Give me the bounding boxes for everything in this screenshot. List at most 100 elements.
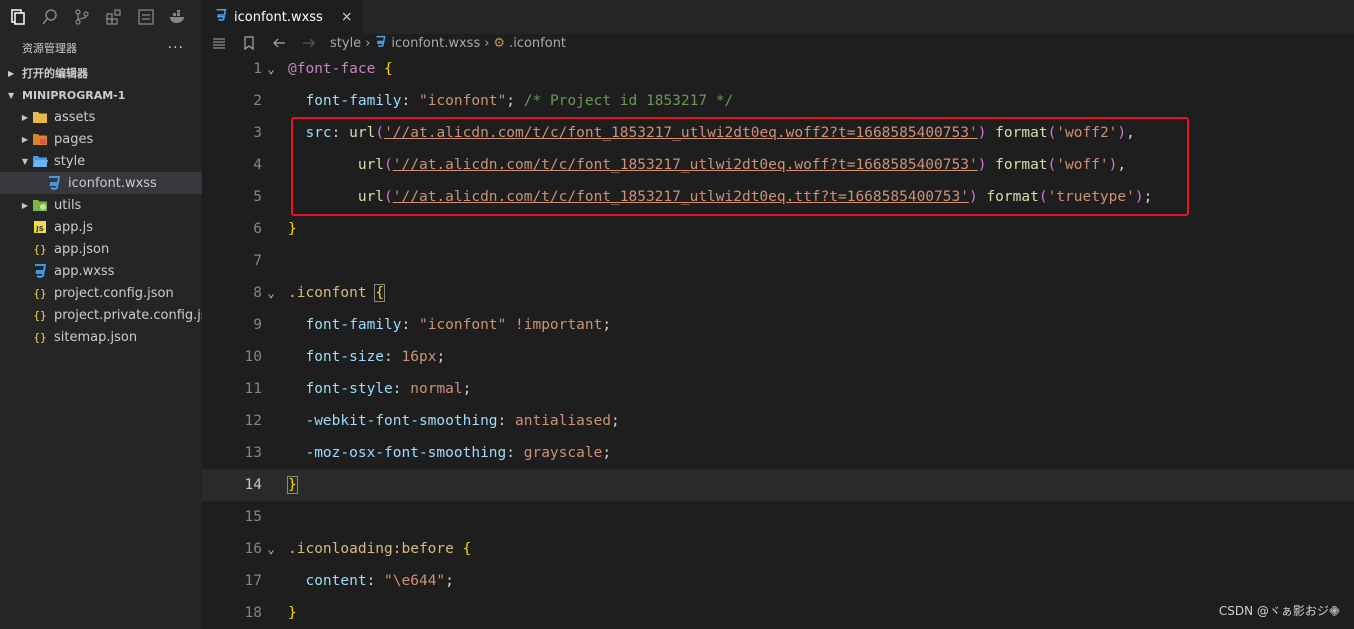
more-actions-icon[interactable]: ···	[168, 40, 184, 56]
brace: {	[462, 541, 472, 557]
js-file-icon: JS	[32, 219, 48, 235]
tree-item-label: app.json	[54, 241, 110, 257]
line-number: 2	[253, 93, 262, 109]
tree-folder-pages[interactable]: ▶ pages	[0, 128, 202, 150]
search-icon[interactable]	[40, 7, 60, 27]
fold-chevron-icon[interactable]: ⌄	[262, 62, 280, 76]
tree-folder-utils[interactable]: ▶ utils	[0, 194, 202, 216]
tree-item-label: utils	[54, 197, 82, 213]
fold-chevron-icon[interactable]: ⌄	[262, 286, 280, 300]
value: 16px	[401, 349, 437, 365]
tree-folder-style[interactable]: ▼ style	[0, 150, 202, 172]
folder-style-icon	[32, 153, 48, 169]
tree-folder-assets[interactable]: ▶ assets	[0, 106, 202, 128]
line-number: 7	[253, 253, 262, 269]
json-file-icon: {}	[32, 307, 48, 323]
outline-icon[interactable]	[136, 7, 156, 27]
code-line: 13 -moz-osx-font-smoothing: grayscale;	[202, 437, 1354, 469]
list-icon[interactable]	[210, 36, 228, 50]
chevron-right-icon: ▶	[21, 134, 29, 144]
code-line: 12 -webkit-font-smoothing: antialiased;	[202, 405, 1354, 437]
tree-file-project-config-json[interactable]: {} project.config.json	[0, 282, 202, 304]
brace: }	[288, 605, 297, 621]
tree-file-project-private-config-json[interactable]: {} project.private.config.js...	[0, 304, 202, 326]
folder-assets-icon	[32, 109, 48, 125]
tree-item-label: style	[54, 153, 86, 169]
code-line: 5 url('//at.alicdn.com/t/c/font_1853217_…	[202, 181, 1354, 213]
code-editor[interactable]: 1 ⌄ @font-face { 2 font-family: "iconfon…	[202, 52, 1354, 629]
extensions-icon[interactable]	[104, 7, 124, 27]
property: font-style	[305, 381, 393, 397]
svg-text:{}: {}	[33, 331, 46, 344]
value: "iconfont"	[418, 317, 507, 333]
selector: .iconloading	[288, 541, 393, 557]
line-number: 1	[253, 61, 262, 77]
pseudo-selector: :before	[392, 541, 454, 557]
comment: /* Project id 1853217 */	[523, 93, 734, 109]
code-line: 2 font-family: "iconfont"; /* Project id…	[202, 85, 1354, 117]
tree-file-iconfont-wxss[interactable]: iconfont.wxss	[0, 172, 202, 194]
svg-text:{}: {}	[33, 309, 46, 322]
folder-pages-icon	[32, 131, 48, 147]
font-url[interactable]: '//at.alicdn.com/t/c/font_1853217_utlwi2…	[393, 157, 978, 173]
format-value: 'woff2'	[1056, 125, 1118, 141]
close-icon[interactable]: ×	[341, 9, 353, 25]
open-editors-label: 打开的编辑器	[22, 67, 88, 80]
project-section[interactable]: ▼ MINIPROGRAM-1	[0, 84, 202, 106]
value: "iconfont"	[418, 93, 507, 109]
tab-label: iconfont.wxss	[234, 9, 323, 25]
breadcrumb-file[interactable]: iconfont.wxss	[391, 36, 480, 51]
font-url[interactable]: '//at.alicdn.com/t/c/font_1853217_utlwi2…	[393, 189, 969, 205]
tree-file-app-json[interactable]: {} app.json	[0, 238, 202, 260]
property: -moz-osx-font-smoothing	[305, 445, 507, 461]
breadcrumb-folder[interactable]: style	[330, 36, 361, 51]
explorer-icon[interactable]	[8, 7, 28, 27]
fold-chevron-icon[interactable]: ⌄	[262, 542, 280, 556]
property: src	[305, 125, 332, 141]
line-number: 16	[244, 541, 262, 557]
line-number: 5	[253, 189, 262, 205]
docker-icon[interactable]	[168, 7, 188, 27]
breadcrumb-symbol[interactable]: .iconfont	[509, 36, 566, 51]
line-number: 9	[253, 317, 262, 333]
tree-file-app-wxss[interactable]: app.wxss	[0, 260, 202, 282]
format-value: 'truetype'	[1047, 189, 1135, 205]
css-file-icon	[46, 175, 62, 191]
property: font-family	[305, 317, 402, 333]
back-arrow-icon[interactable]	[270, 36, 288, 50]
line-number: 13	[244, 445, 262, 461]
css-file-icon	[214, 8, 228, 26]
at-rule: @font-face	[288, 61, 376, 77]
explorer-header: 资源管理器 ···	[0, 34, 202, 62]
line-number: 3	[253, 125, 262, 141]
font-url[interactable]: '//at.alicdn.com/t/c/font_1853217_utlwi2…	[384, 125, 978, 141]
code-line-current: 14 }	[202, 469, 1354, 501]
source-control-icon[interactable]	[72, 7, 92, 27]
brace: {	[374, 284, 386, 302]
code-line: 11 font-style: normal;	[202, 373, 1354, 405]
activity-bar	[0, 0, 202, 34]
css-file-icon	[32, 263, 48, 279]
line-number: 4	[253, 157, 262, 173]
chevron-right-icon: ›	[365, 35, 371, 51]
line-number: 17	[244, 573, 262, 589]
tree-item-label: pages	[54, 131, 94, 147]
tree-file-app-js[interactable]: JS app.js	[0, 216, 202, 238]
chevron-down-icon: ▼	[21, 156, 29, 166]
important-keyword: !important	[515, 317, 603, 333]
property: -webkit-font-smoothing	[305, 413, 498, 429]
tab-iconfont-wxss[interactable]: iconfont.wxss ×	[202, 0, 363, 34]
format-value: 'woff'	[1056, 157, 1109, 173]
brace: }	[288, 221, 297, 237]
open-editors-section[interactable]: ▶ 打开的编辑器	[0, 62, 202, 84]
line-number: 14	[244, 477, 262, 493]
tree-file-sitemap-json[interactable]: {} sitemap.json	[0, 326, 202, 348]
code-line: 7	[202, 245, 1354, 277]
json-file-icon: {}	[32, 241, 48, 257]
tree-item-label: app.wxss	[54, 263, 115, 279]
brace: {	[384, 61, 393, 77]
forward-arrow-icon[interactable]	[300, 36, 318, 50]
line-number: 15	[244, 509, 262, 525]
bookmark-icon[interactable]	[240, 36, 258, 50]
tree-item-label: sitemap.json	[54, 329, 138, 345]
